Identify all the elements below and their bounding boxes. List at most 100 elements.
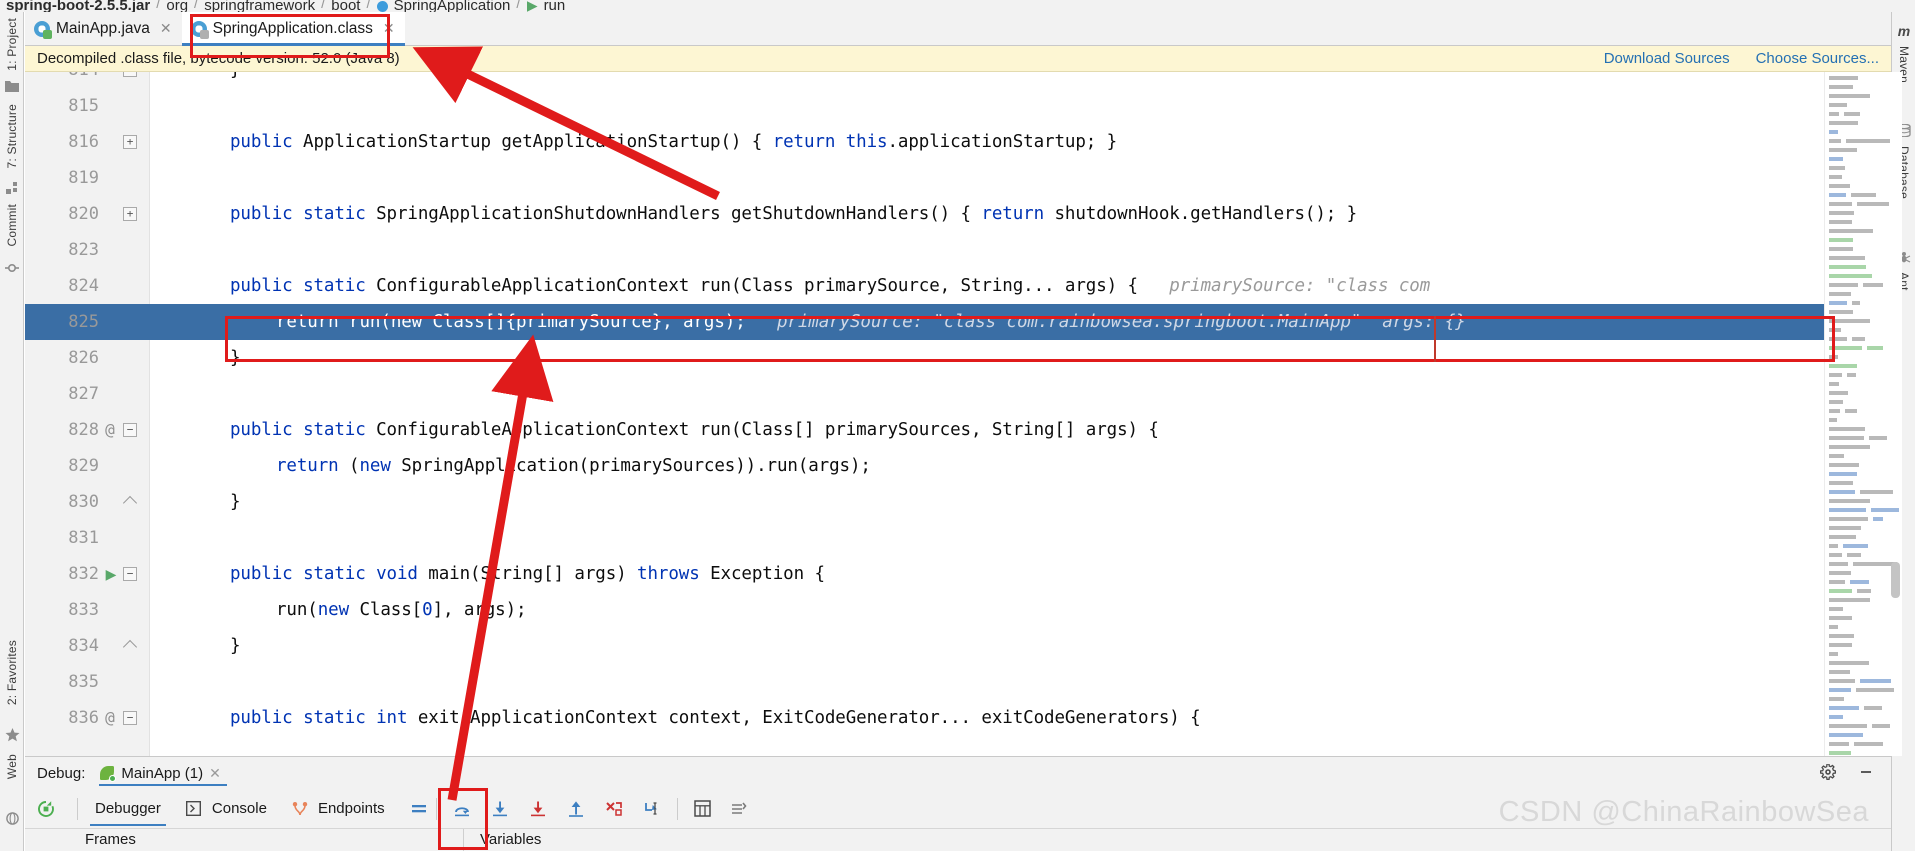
- breadcrumb-item-0[interactable]: spring-boot-2.5.5.jar: [6, 0, 150, 12]
- code-line[interactable]: 814 −}: [25, 72, 1891, 88]
- code-text: public ApplicationStartup getApplication…: [230, 132, 1118, 152]
- code-line[interactable]: 824 public static ConfigurableApplication…: [25, 268, 1891, 304]
- code-line[interactable]: 825 return run(new Class[]{primarySource}…: [25, 304, 1891, 340]
- minimap-code-row: [1829, 652, 1838, 656]
- code-line[interactable]: 830}: [25, 484, 1891, 520]
- minimap-code-row: [1829, 445, 1870, 449]
- choose-sources-link[interactable]: Choose Sources...: [1756, 50, 1879, 67]
- editor-scrollbar-thumb[interactable]: [1891, 562, 1900, 598]
- code-line[interactable]: 833 run(new Class[0], args);: [25, 592, 1891, 628]
- line-number: 833: [68, 600, 99, 620]
- minimap-code-row: [1829, 517, 1868, 521]
- fold-collapse-icon[interactable]: −: [123, 423, 137, 437]
- run-gutter-icon[interactable]: ▶: [103, 556, 119, 592]
- code-line[interactable]: 834}: [25, 628, 1891, 664]
- code-line[interactable]: 827: [25, 376, 1891, 412]
- download-sources-link[interactable]: Download Sources: [1604, 50, 1730, 67]
- code-text: public static void main(String[] args) t…: [230, 564, 825, 584]
- minimap-code-row: [1829, 463, 1859, 467]
- step-into-icon[interactable]: [489, 798, 511, 820]
- breakpoint-icon[interactable]: [175, 313, 192, 330]
- editor-minimap[interactable]: [1824, 72, 1902, 756]
- code-line[interactable]: 831: [25, 520, 1891, 556]
- breadcrumb-item-3[interactable]: boot: [331, 0, 360, 12]
- minimap-code-row: [1857, 202, 1889, 206]
- minimap-code-row: [1857, 589, 1871, 593]
- sidebar-item-project[interactable]: 1: Project: [0, 18, 24, 71]
- tab-debugger[interactable]: Debugger: [84, 789, 172, 829]
- editor-tab-mainapp[interactable]: C MainApp.java ✕: [25, 12, 182, 45]
- debug-session-tab[interactable]: MainApp (1) ✕: [95, 757, 230, 789]
- code-text: public static SpringApplicationShutdownH…: [230, 204, 1358, 224]
- minimap-code-row: [1829, 571, 1851, 575]
- console-icon: [183, 798, 205, 820]
- tab-endpoints[interactable]: Endpoints: [278, 789, 396, 829]
- minimap-code-row: [1860, 679, 1891, 683]
- fold-expand-icon[interactable]: +: [123, 135, 137, 149]
- code-line[interactable]: 829 return (new SpringApplication(primary…: [25, 448, 1891, 484]
- line-number: 827: [68, 384, 99, 404]
- code-line[interactable]: 832 ▶ − public static void main(String[] ar…: [25, 556, 1891, 592]
- code-editor[interactable]: 814 −} 815 816 + public ApplicationStartup ge…: [25, 72, 1891, 756]
- code-line[interactable]: 819: [25, 160, 1891, 196]
- breadcrumb-item-4[interactable]: SpringApplication: [394, 0, 511, 12]
- show-execution-point-icon[interactable]: [408, 798, 430, 820]
- fold-collapse-icon[interactable]: −: [123, 72, 137, 77]
- mute-breakpoints-icon[interactable]: [728, 798, 750, 820]
- settings-gear-icon[interactable]: [1817, 761, 1839, 783]
- tab-console[interactable]: Console: [172, 789, 278, 829]
- code-line[interactable]: 828 @ − public static ConfigurableApplicati…: [25, 412, 1891, 448]
- step-over-icon[interactable]: [451, 798, 473, 820]
- fold-end-icon[interactable]: [123, 495, 137, 509]
- code-text: }: [230, 72, 241, 88]
- line-number: 823: [68, 240, 99, 260]
- minimap-code-row: [1852, 301, 1860, 305]
- breadcrumb[interactable]: spring-boot-2.5.5.jar / org / springfram…: [0, 0, 1915, 12]
- code-line[interactable]: 836 @ − public static int exit(ApplicationC…: [25, 700, 1891, 736]
- variables-column-label: Variables: [480, 831, 542, 848]
- breadcrumb-item-5[interactable]: run: [544, 0, 566, 12]
- code-line[interactable]: 826}: [25, 340, 1891, 376]
- minimap-code-row: [1829, 310, 1853, 314]
- code-line[interactable]: 815: [25, 88, 1891, 124]
- method-run-icon: [526, 1, 538, 12]
- close-icon[interactable]: ✕: [160, 20, 172, 37]
- code-line[interactable]: 820 + public static SpringApplicationShutd…: [25, 196, 1891, 232]
- step-out-icon[interactable]: [565, 798, 587, 820]
- line-number: 831: [68, 528, 99, 548]
- code-line[interactable]: 835: [25, 664, 1891, 700]
- minimap-code-row: [1829, 382, 1839, 386]
- tab-console-label: Console: [211, 800, 267, 817]
- code-line[interactable]: 823: [25, 232, 1891, 268]
- sidebar-item-favorites[interactable]: 2: Favorites: [0, 640, 24, 705]
- sidebar-item-structure[interactable]: 7: Structure: [0, 104, 24, 168]
- fold-collapse-icon[interactable]: −: [123, 711, 137, 725]
- minimap-code-row: [1829, 229, 1873, 233]
- editor-tab-springapplication[interactable]: C SpringApplication.class ✕: [181, 12, 405, 46]
- fold-end-icon[interactable]: [123, 639, 137, 653]
- rerun-icon[interactable]: [35, 798, 57, 820]
- fold-expand-icon[interactable]: +: [123, 207, 137, 221]
- code-text: public static ConfigurableApplicationCon…: [230, 276, 1431, 296]
- minimap-code-row: [1829, 544, 1838, 548]
- sidebar-item-commit-label: Commit: [5, 204, 19, 247]
- code-line[interactable]: 816 + public ApplicationStartup getApplica…: [25, 124, 1891, 160]
- evaluate-expression-icon[interactable]: [692, 798, 714, 820]
- minimap-code-row: [1829, 733, 1863, 737]
- drop-frame-icon[interactable]: [603, 798, 625, 820]
- force-step-into-icon[interactable]: [527, 798, 549, 820]
- close-icon[interactable]: ✕: [209, 765, 221, 782]
- code-text: run(new Class[0], args);: [276, 600, 527, 620]
- breadcrumb-item-1[interactable]: org: [166, 0, 188, 12]
- minimap-code-row: [1829, 427, 1865, 431]
- line-number: 834: [68, 636, 99, 656]
- minimap-code-row: [1829, 598, 1870, 602]
- close-icon[interactable]: ✕: [383, 20, 395, 37]
- fold-collapse-icon[interactable]: −: [123, 567, 137, 581]
- breadcrumb-item-2[interactable]: springframework: [204, 0, 315, 12]
- sidebar-item-commit[interactable]: Commit: [0, 204, 24, 247]
- run-to-cursor-icon[interactable]: [641, 798, 663, 820]
- minimap-code-row: [1829, 202, 1852, 206]
- hide-panel-icon[interactable]: [1855, 761, 1877, 783]
- sidebar-item-web[interactable]: Web: [0, 754, 24, 779]
